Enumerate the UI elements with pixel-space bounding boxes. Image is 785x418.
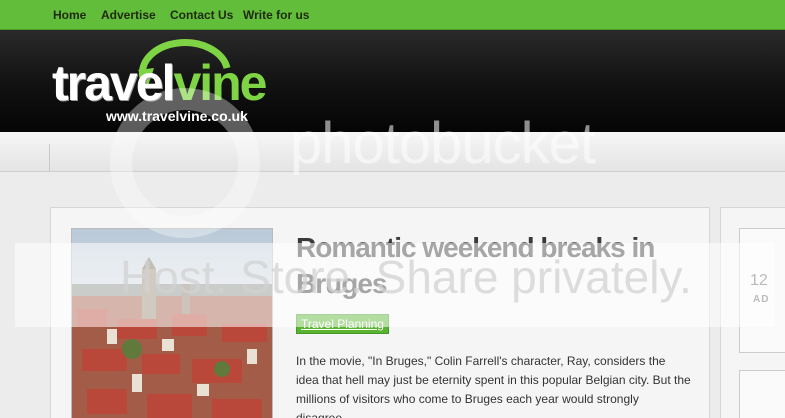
logo-vine-text: vine: [173, 55, 267, 111]
sidebar-box: [739, 370, 785, 418]
article-title[interactable]: Romantic weekend breaks in Bruges: [296, 230, 696, 302]
secondary-bar: [0, 132, 785, 172]
category-tag[interactable]: Travel Planning: [296, 314, 389, 334]
top-navigation: Home Advertise Contact Us Write for us: [0, 0, 785, 30]
site-logo[interactable]: travelvine www.travelvine.co.uk: [50, 38, 268, 128]
article-thumbnail[interactable]: [71, 228, 273, 418]
logo-travel-text: travel: [52, 55, 175, 111]
site-header: travelvine www.travelvine.co.uk: [0, 30, 785, 132]
nav-link-advertise[interactable]: Advertise: [101, 8, 156, 22]
nav-link-home[interactable]: Home: [53, 8, 86, 22]
logo-url: www.travelvine.co.uk: [106, 108, 248, 124]
nav-link-write-for-us[interactable]: Write for us: [243, 8, 309, 22]
article-excerpt: In the movie, "In Bruges," Colin Farrell…: [296, 354, 691, 418]
sidebar-ad-label: AD: [753, 294, 770, 305]
sidebar-ad-box[interactable]: [739, 228, 785, 353]
nav-link-contact-us[interactable]: Contact Us: [170, 8, 233, 22]
article-card: Romantic weekend breaks in Bruges Travel…: [50, 207, 710, 418]
sidebar-number: 12: [750, 272, 768, 289]
bruges-city-image: [72, 229, 272, 418]
logo-wordmark: travelvine: [52, 55, 268, 111]
subbar-divider: [49, 144, 50, 172]
sidebar-widget: 12 AD: [720, 207, 785, 418]
